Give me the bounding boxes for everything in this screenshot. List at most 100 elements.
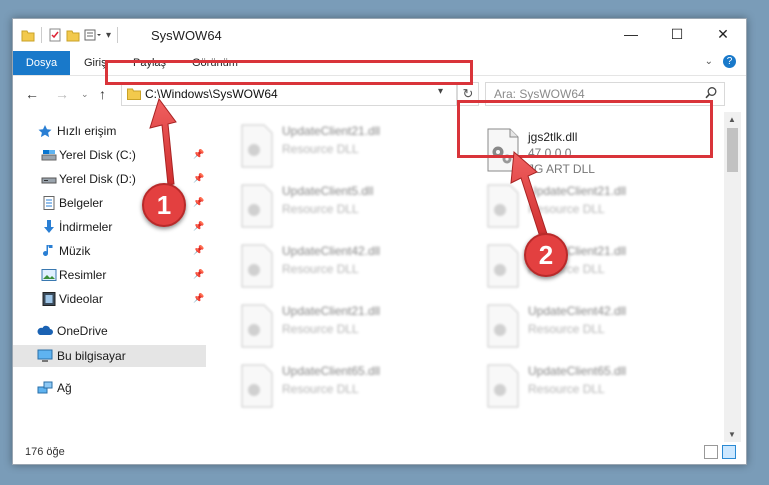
sidebar-item-onedrive[interactable]: OneDrive bbox=[13, 320, 206, 342]
list-item[interactable]: UpdateClient42.dll Resource DLL bbox=[226, 238, 462, 290]
file-description: Resource DLL bbox=[282, 262, 359, 276]
scroll-down-icon[interactable]: ▼ bbox=[728, 430, 736, 439]
back-button[interactable]: ← bbox=[25, 86, 39, 102]
file-description: Resource DLL bbox=[282, 142, 359, 156]
sidebar-item-label: Hızlı erişim bbox=[57, 124, 117, 138]
file-description: Resource DLL bbox=[528, 202, 605, 216]
file-description: Resource DLL bbox=[282, 202, 359, 216]
qat-separator bbox=[41, 27, 42, 43]
close-button[interactable]: ✕ bbox=[700, 19, 746, 49]
details-view-icon[interactable] bbox=[704, 445, 718, 459]
file-name: UpdateClient21.dll bbox=[282, 304, 381, 318]
sidebar-item-music[interactable]: Müzik 📌 bbox=[13, 240, 206, 262]
sidebar-item-label: Ağ bbox=[57, 381, 72, 395]
file-name: UpdateClient21.dll bbox=[528, 184, 627, 198]
pin-icon: 📌 bbox=[193, 221, 205, 231]
sidebar-item-videos[interactable]: Videolar 📌 bbox=[13, 288, 206, 310]
scroll-up-icon[interactable]: ▲ bbox=[728, 115, 736, 124]
recent-dropdown-icon[interactable]: ⌄ bbox=[81, 89, 89, 100]
file-name: UpdateClient21.dll bbox=[282, 124, 381, 138]
navigation-pane: Hızlı erişim Yerel Disk (C:) 📌 Yerel Dis… bbox=[13, 112, 206, 442]
address-path: C:\Windows\SysWOW64 bbox=[145, 87, 278, 101]
scroll-thumb[interactable] bbox=[727, 128, 738, 172]
list-item[interactable]: UpdateClient21.dll Resource DLL bbox=[226, 298, 462, 350]
list-item[interactable]: UpdateClient42.dll Resource DLL bbox=[472, 298, 708, 350]
sidebar-item-this-pc[interactable]: Bu bilgisayar bbox=[13, 345, 206, 367]
music-icon bbox=[43, 245, 53, 256]
maximize-button[interactable]: ☐ bbox=[654, 19, 700, 49]
sidebar-item-label: Yerel Disk (D:) bbox=[59, 172, 136, 186]
file-name: UpdateClient65.dll bbox=[282, 364, 381, 378]
sidebar-item-label: Belgeler bbox=[59, 196, 104, 210]
file-name: UpdateClient42.dll bbox=[282, 244, 381, 258]
computer-icon bbox=[37, 349, 53, 362]
forward-button[interactable]: → bbox=[55, 86, 69, 102]
sidebar-item-label: OneDrive bbox=[57, 324, 108, 338]
list-item[interactable]: UpdateClient21.dll Resource DLL bbox=[472, 238, 708, 290]
qat-separator-2 bbox=[117, 27, 119, 43]
dll-file-icon bbox=[241, 124, 273, 168]
documents-icon bbox=[43, 196, 55, 210]
dll-file-icon bbox=[241, 184, 273, 228]
status-bar: 176 öğe bbox=[13, 442, 746, 464]
up-button[interactable]: ↑ bbox=[99, 86, 106, 102]
sidebar-item-label: Bu bilgisayar bbox=[57, 349, 126, 363]
expand-ribbon-icon[interactable]: ⌄ bbox=[705, 56, 713, 67]
pin-icon: 📌 bbox=[193, 173, 205, 183]
step-2-badge: 2 bbox=[524, 233, 568, 277]
help-icon[interactable]: ? bbox=[723, 55, 736, 68]
ribbon-right-controls: ⌄ ? bbox=[705, 55, 736, 68]
window-controls: — ☐ ✕ bbox=[608, 19, 746, 49]
list-item[interactable]: UpdateClient65.dll Resource DLL bbox=[226, 358, 462, 410]
item-count: 176 öğe bbox=[25, 446, 65, 458]
dll-file-icon bbox=[487, 184, 519, 228]
folder-icon[interactable] bbox=[21, 28, 35, 42]
videos-icon bbox=[42, 292, 56, 306]
vertical-scrollbar[interactable]: ▲ ▼ bbox=[724, 112, 741, 442]
file-highlight bbox=[457, 100, 713, 158]
properties-icon[interactable] bbox=[48, 28, 62, 42]
chevron-down-icon[interactable]: ▾ bbox=[438, 86, 443, 97]
dll-file-icon bbox=[241, 244, 273, 288]
tiles-view-icon[interactable] bbox=[722, 445, 736, 459]
sidebar-item-disk-c[interactable]: Yerel Disk (C:) 📌 bbox=[13, 144, 206, 166]
sidebar-item-quick-access[interactable]: Hızlı erişim bbox=[13, 120, 206, 142]
file-name: UpdateClient5.dll bbox=[282, 184, 374, 198]
list-item[interactable]: UpdateClient65.dll Resource DLL bbox=[472, 358, 708, 410]
folder-icon bbox=[127, 88, 141, 100]
download-icon bbox=[44, 220, 54, 233]
file-description: Resource DLL bbox=[282, 322, 359, 336]
tab-home[interactable]: Giriş bbox=[84, 51, 107, 75]
sidebar-item-label: Resimler bbox=[59, 268, 107, 282]
sidebar-item-network[interactable]: Ağ bbox=[13, 377, 206, 399]
tab-file[interactable]: Dosya bbox=[13, 51, 70, 75]
search-input[interactable]: Ara: SysWOW64 bbox=[494, 87, 585, 101]
pictures-icon bbox=[41, 269, 57, 281]
file-description: JG ART DLL bbox=[528, 162, 595, 176]
list-item[interactable]: UpdateClient5.dll Resource DLL bbox=[226, 178, 462, 230]
star-icon bbox=[38, 125, 52, 138]
list-item[interactable]: UpdateClient21.dll Resource DLL bbox=[226, 118, 462, 170]
drive-icon bbox=[41, 150, 57, 161]
sidebar-item-pictures[interactable]: Resimler 📌 bbox=[13, 264, 206, 286]
window-title: SysWOW64 bbox=[151, 28, 222, 43]
minimize-button[interactable]: — bbox=[608, 19, 654, 49]
network-icon bbox=[37, 381, 53, 394]
address-bar[interactable]: C:\Windows\SysWOW64 ▾ bbox=[121, 82, 457, 106]
dll-file-icon bbox=[241, 304, 273, 348]
list-item[interactable]: UpdateClient21.dll Resource DLL bbox=[472, 178, 708, 230]
qat-dropdown-icon[interactable]: ▾ bbox=[106, 30, 111, 41]
view-toggle bbox=[704, 445, 736, 459]
dll-file-icon bbox=[241, 364, 273, 408]
file-description: Resource DLL bbox=[528, 382, 605, 396]
search-icon[interactable] bbox=[704, 86, 718, 100]
sidebar-item-label: Müzik bbox=[59, 244, 91, 258]
file-name: UpdateClient42.dll bbox=[528, 304, 627, 318]
pin-icon: 📌 bbox=[193, 149, 205, 159]
dll-file-icon bbox=[487, 304, 519, 348]
explorer-window: ▾ SysWOW64 — ☐ ✕ Dosya Giriş Paylaş Görü… bbox=[12, 18, 747, 465]
view-options-icon[interactable] bbox=[84, 28, 102, 42]
new-folder-icon[interactable] bbox=[66, 28, 80, 42]
title-bar: ▾ SysWOW64 — ☐ ✕ bbox=[13, 19, 746, 51]
drive-icon bbox=[41, 177, 57, 184]
